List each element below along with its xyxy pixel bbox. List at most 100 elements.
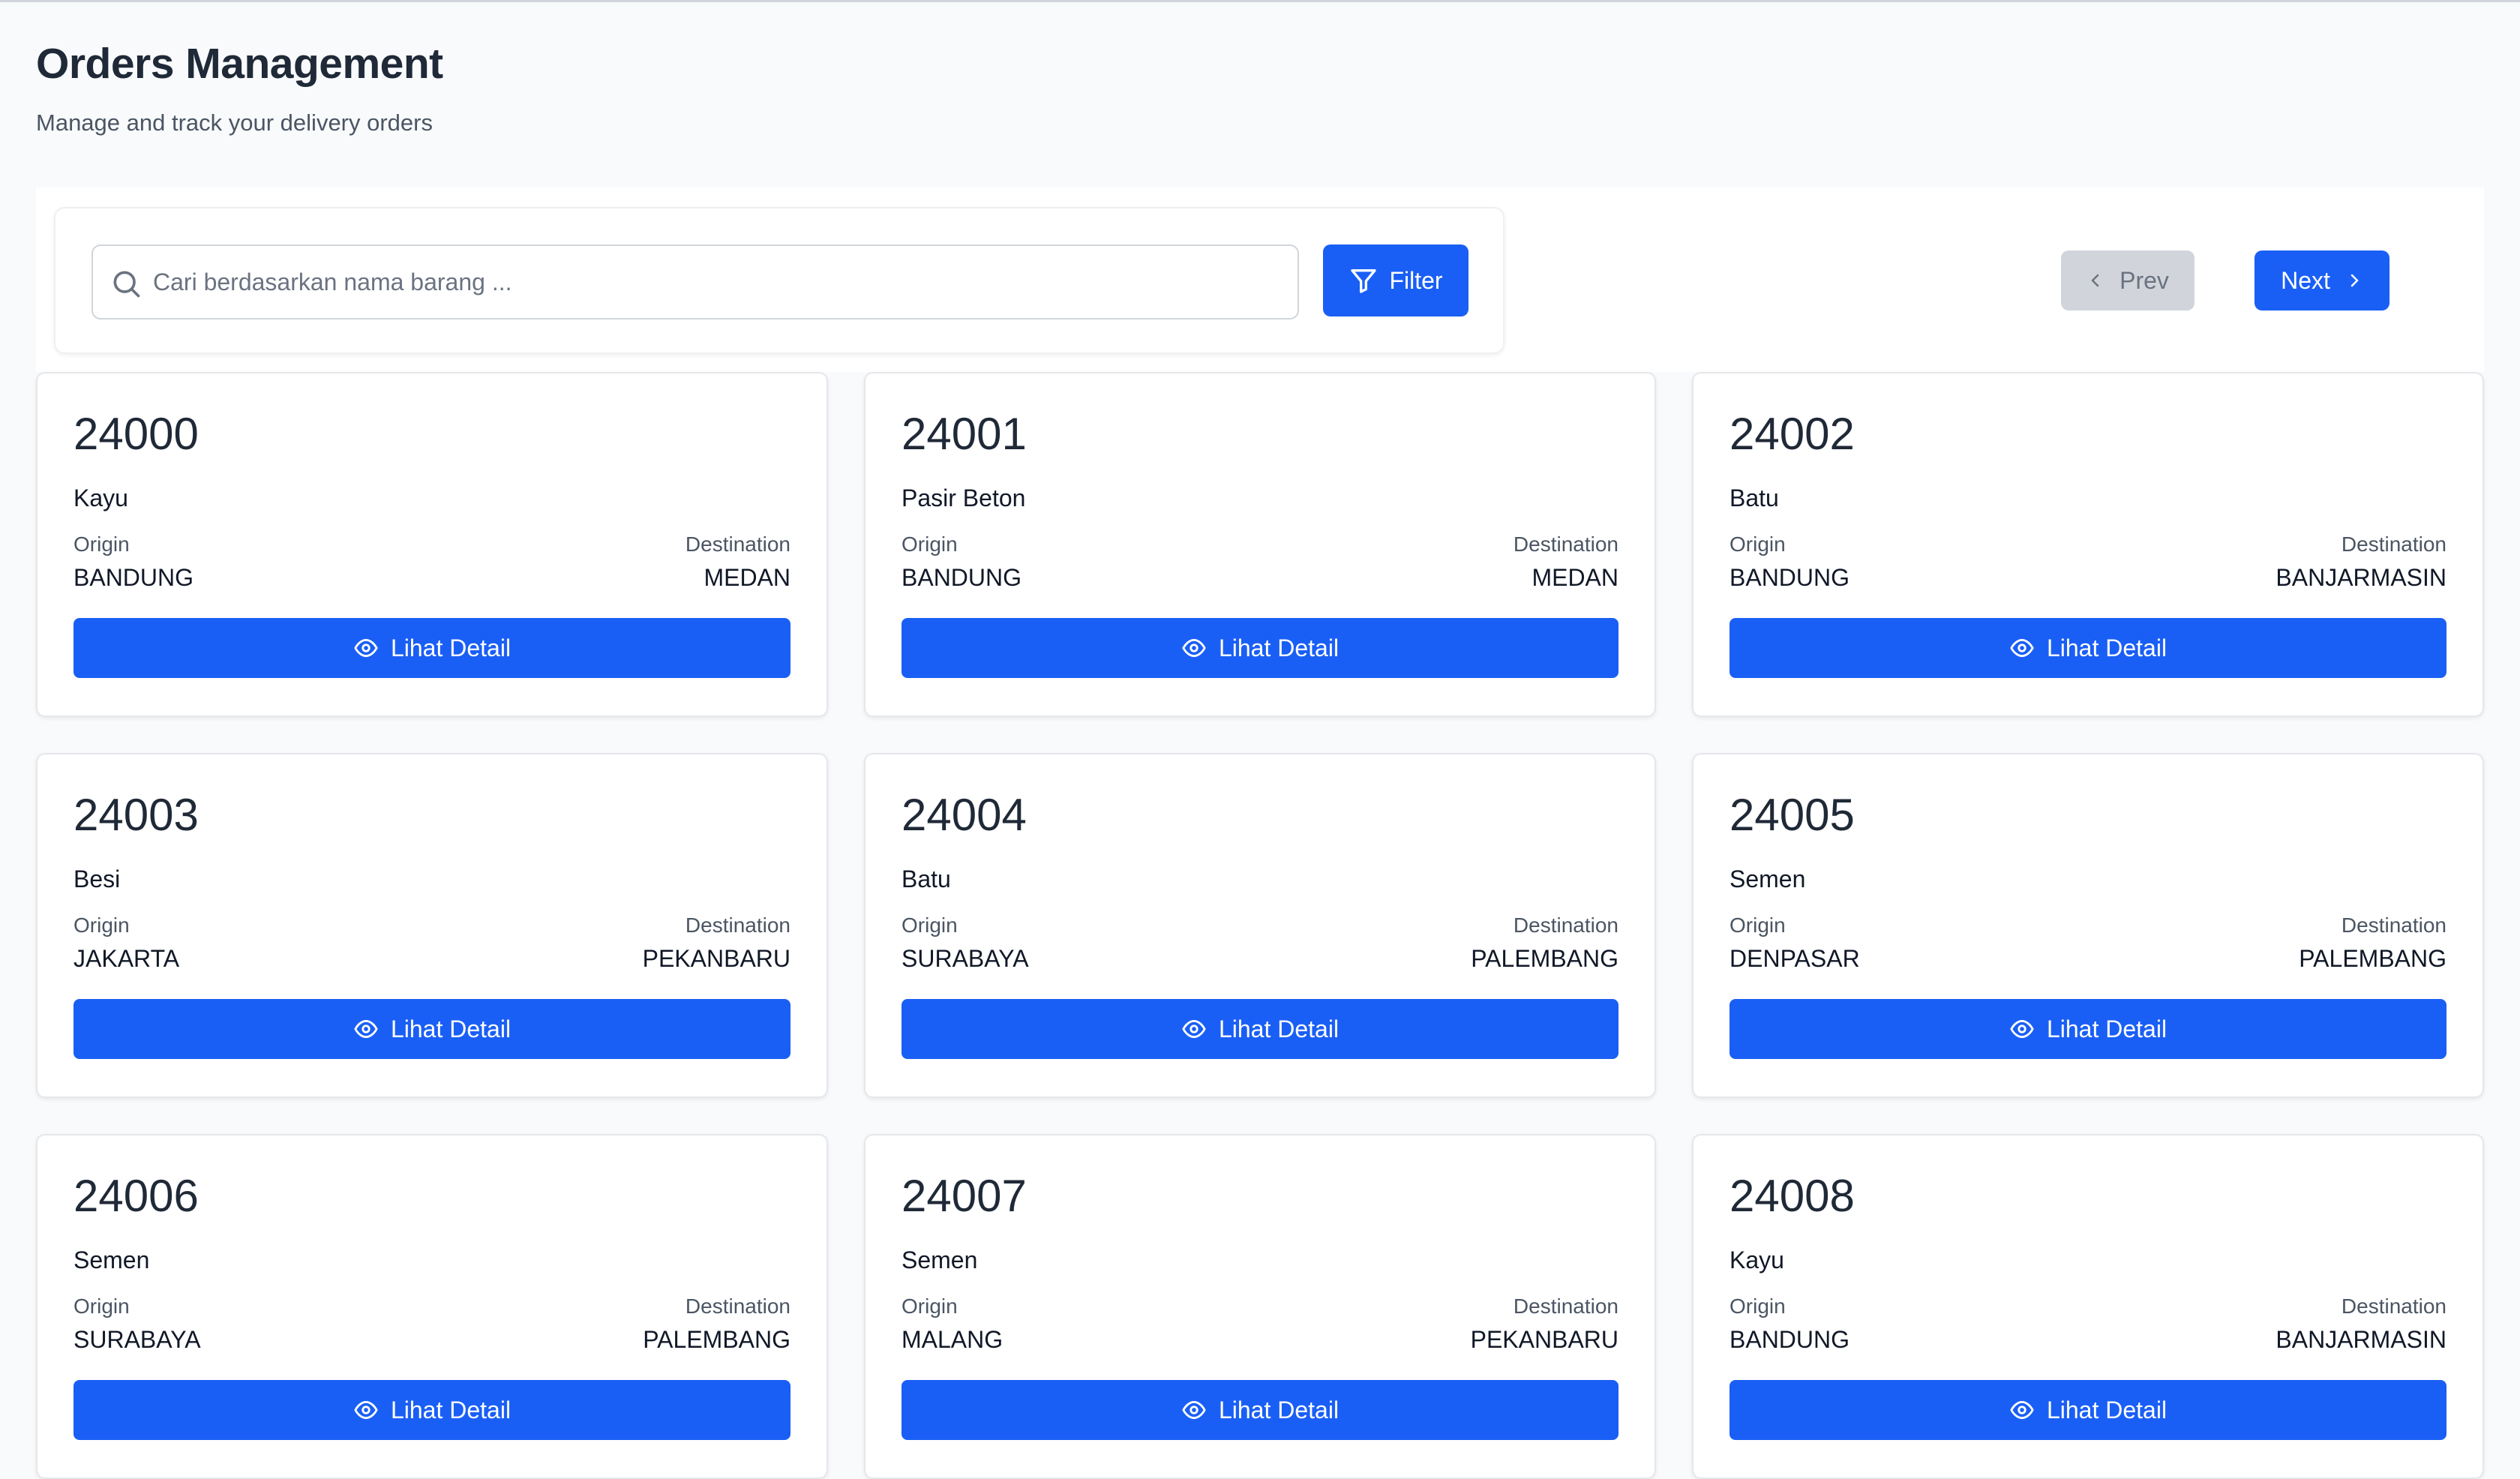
destination-label: Destination [685,914,790,937]
view-detail-button[interactable]: Lihat Detail [74,1380,790,1440]
eye-icon [353,1016,379,1042]
destination-label: Destination [685,532,790,556]
order-id: 24007 [902,1171,1027,1221]
order-id: 24004 [902,790,1027,840]
order-id: 24001 [902,409,1027,459]
search-icon [110,267,142,300]
destination-value: PALEMBANG [2299,945,2446,972]
detail-button-label: Lihat Detail [390,1015,512,1042]
search-input[interactable] [153,246,1278,318]
item-name: Semen [902,1246,978,1274]
view-detail-button[interactable]: Lihat Detail [902,1380,1618,1440]
order-card: 24006 Semen Origin Destination SURABAYA … [36,1134,828,1479]
orders-grid: 24000 Kayu Origin Destination BANDUNG ME… [36,372,2484,1479]
origin-label: Origin [1730,1294,1786,1318]
page-subtitle: Manage and track your delivery orders [36,110,433,136]
origin-value: BANDUNG [74,564,194,591]
order-card: 24007 Semen Origin Destination MALANG PE… [864,1134,1656,1479]
destination-value: MEDAN [704,564,790,591]
eye-icon [1181,635,1207,661]
origin-value: DENPASAR [1730,945,1860,972]
order-card: 24005 Semen Origin Destination DENPASAR … [1692,753,2484,1098]
destination-value: PALEMBANG [1471,945,1618,972]
origin-value: SURABAYA [902,945,1029,972]
origin-label: Origin [74,532,130,556]
view-detail-button[interactable]: Lihat Detail [902,618,1618,678]
origin-value: MALANG [902,1326,1004,1353]
item-name: Kayu [74,484,128,512]
search-panel: Filter [54,207,1504,354]
order-card: 24003 Besi Origin Destination JAKARTA PE… [36,753,828,1098]
item-name: Pasir Beton [902,484,1026,512]
prev-page-button[interactable]: Prev [2061,250,2194,310]
filter-icon [1348,266,1378,296]
destination-label: Destination [2341,532,2446,556]
destination-value: PEKANBARU [1470,1326,1618,1353]
origin-label: Origin [74,1294,130,1318]
item-name: Batu [902,866,951,892]
destination-value: MEDAN [1532,564,1618,591]
eye-icon [1181,1397,1207,1423]
eye-icon [353,635,379,661]
destination-label: Destination [1513,532,1618,556]
next-label: Next [2281,266,2330,294]
chevron-right-icon [2345,272,2363,290]
order-card: 24004 Batu Origin Destination SURABAYA P… [864,753,1656,1098]
order-id: 24005 [1730,790,1855,840]
eye-icon [2009,1397,2035,1423]
detail-button-label: Lihat Detail [1218,634,1340,662]
filter-label: Filter [1389,266,1443,294]
destination-label: Destination [685,1294,790,1318]
origin-value: BANDUNG [1730,1326,1850,1353]
order-card: 24002 Batu Origin Destination BANDUNG BA… [1692,372,2484,717]
order-card: 24001 Pasir Beton Origin Destination BAN… [864,372,1656,717]
view-detail-button[interactable]: Lihat Detail [1730,1380,2446,1440]
detail-button-label: Lihat Detail [2046,1396,2168,1424]
view-detail-button[interactable]: Lihat Detail [74,999,790,1059]
destination-label: Destination [2341,914,2446,937]
detail-button-label: Lihat Detail [2046,634,2168,662]
destination-label: Destination [2341,1294,2446,1318]
detail-button-label: Lihat Detail [1218,1015,1340,1042]
item-name: Kayu [1730,1246,1784,1274]
item-name: Semen [1730,866,1806,892]
order-card: 24008 Kayu Origin Destination BANDUNG BA… [1692,1134,2484,1479]
origin-label: Origin [902,914,958,937]
destination-label: Destination [1513,914,1618,937]
view-detail-button[interactable]: Lihat Detail [1730,618,2446,678]
destination-label: Destination [1513,1294,1618,1318]
next-page-button[interactable]: Next [2254,250,2390,310]
eye-icon [1181,1016,1207,1042]
eye-icon [2009,1016,2035,1042]
orders-page: Orders Management Manage and track your … [36,0,2484,1479]
order-id: 24000 [74,409,199,459]
destination-value: PEKANBARU [642,945,790,972]
origin-label: Origin [902,1294,958,1318]
order-id: 24002 [1730,409,1855,459]
filter-button[interactable]: Filter [1323,244,1468,316]
eye-icon [353,1397,379,1423]
eye-icon [2009,635,2035,661]
detail-button-label: Lihat Detail [1218,1396,1340,1424]
order-card: 24000 Kayu Origin Destination BANDUNG ME… [36,372,828,717]
prev-label: Prev [2120,266,2169,294]
order-id: 24003 [74,790,199,840]
page-title: Orders Management [36,40,443,88]
view-detail-button[interactable]: Lihat Detail [74,618,790,678]
view-detail-button[interactable]: Lihat Detail [1730,999,2446,1059]
search-box[interactable] [92,244,1299,320]
origin-label: Origin [1730,914,1786,937]
order-id: 24006 [74,1171,199,1221]
order-id: 24008 [1730,1171,1855,1221]
destination-value: BANJARMASIN [2276,1326,2446,1353]
detail-button-label: Lihat Detail [390,1396,512,1424]
origin-value: BANDUNG [902,564,1022,591]
origin-value: JAKARTA [74,945,180,972]
detail-button-label: Lihat Detail [390,634,512,662]
view-detail-button[interactable]: Lihat Detail [902,999,1618,1059]
origin-label: Origin [1730,532,1786,556]
destination-value: BANJARMASIN [2276,564,2446,591]
detail-button-label: Lihat Detail [2046,1015,2168,1042]
item-name: Batu [1730,484,1779,512]
origin-value: SURABAYA [74,1326,201,1353]
